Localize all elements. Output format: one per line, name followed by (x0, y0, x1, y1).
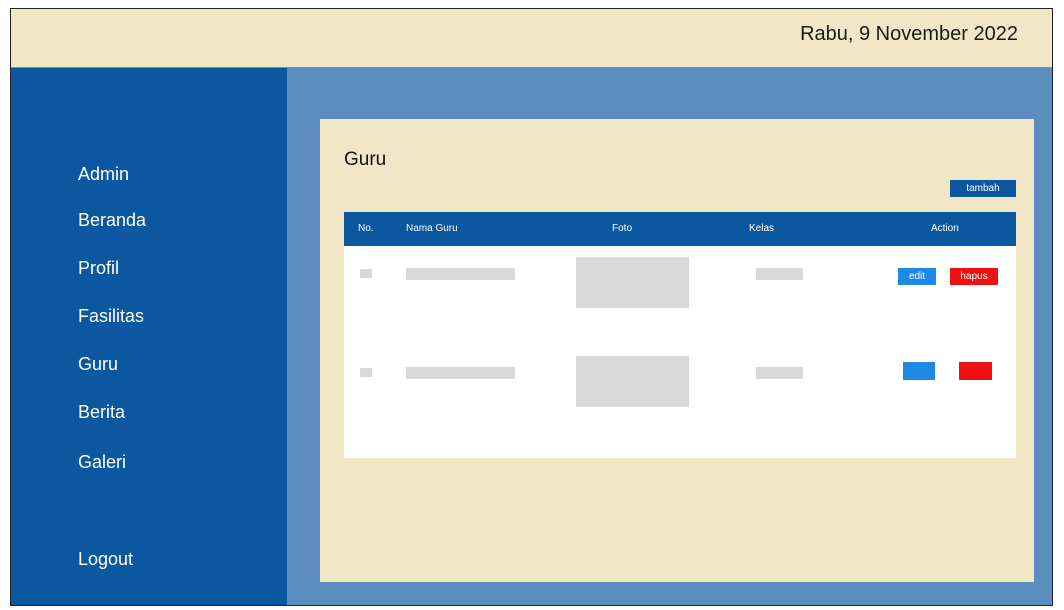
col-action: Action (931, 223, 959, 234)
col-kelas: Kelas (749, 223, 775, 234)
col-no: No. (358, 223, 374, 234)
guru-panel: Guru tambah No. Nama Guru Foto Kelas Act… (320, 119, 1034, 582)
delete-button[interactable] (959, 362, 992, 380)
col-foto: Foto (612, 223, 633, 234)
sidebar-item-fasilitas[interactable]: Fasilitas (78, 306, 144, 327)
kelas-placeholder (756, 268, 803, 280)
sidebar-item-profil[interactable]: Profil (78, 258, 119, 279)
no-placeholder (360, 269, 372, 278)
photo-placeholder (576, 257, 689, 308)
app-frame: Rabu, 9 November 2022 Admin Beranda Prof… (10, 8, 1053, 606)
table-header: No. Nama Guru Foto Kelas Action (344, 212, 1016, 246)
no-placeholder (360, 368, 372, 377)
sidebar-item-beranda[interactable]: Beranda (78, 210, 146, 231)
logout-link[interactable]: Logout (78, 549, 133, 570)
sidebar: Admin Beranda Profil Fasilitas Guru Beri… (11, 68, 287, 605)
kelas-placeholder (756, 367, 803, 379)
edit-button[interactable]: edit (898, 268, 936, 285)
page-title: Guru (344, 149, 387, 170)
date-display: Rabu, 9 November 2022 (800, 23, 1018, 45)
add-button[interactable]: tambah (950, 180, 1016, 197)
name-placeholder (406, 268, 515, 280)
photo-placeholder (576, 356, 689, 407)
sidebar-item-berita[interactable]: Berita (78, 402, 125, 423)
sidebar-item-admin[interactable]: Admin (78, 164, 129, 185)
delete-button[interactable]: hapus (950, 268, 998, 285)
main-content: Guru tambah No. Nama Guru Foto Kelas Act… (287, 68, 1052, 605)
col-nama-guru: Nama Guru (406, 223, 458, 234)
guru-table: No. Nama Guru Foto Kelas Action edit hap… (344, 212, 1016, 458)
sidebar-item-guru[interactable]: Guru (78, 354, 118, 375)
sidebar-item-galeri[interactable]: Galeri (78, 452, 126, 473)
edit-button[interactable] (903, 362, 935, 380)
top-bar: Rabu, 9 November 2022 (11, 9, 1052, 68)
name-placeholder (406, 367, 515, 379)
